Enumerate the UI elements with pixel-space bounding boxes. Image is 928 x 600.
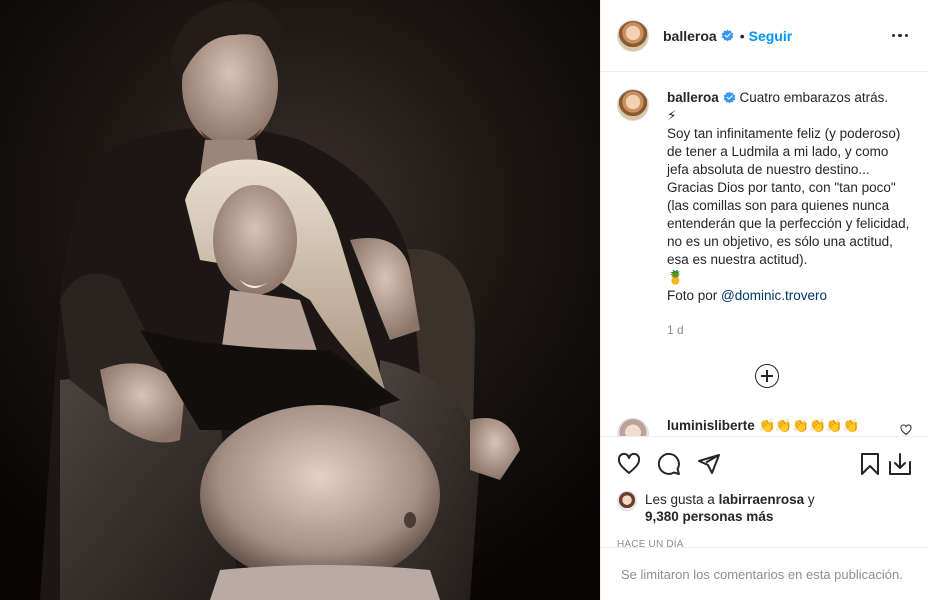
author-username[interactable]: balleroa <box>663 28 717 44</box>
post-header: balleroa • Seguir <box>601 0 928 72</box>
caption-paragraph-1: Soy tan infinitamente feliz (y poderoso)… <box>667 126 901 177</box>
liker-username[interactable]: labirraenrosa <box>719 492 805 507</box>
comment-icon[interactable] <box>657 452 681 476</box>
verified-badge-icon <box>723 91 736 104</box>
caption-emoji-lightning: ⚡ <box>667 108 677 123</box>
credit-mention-link[interactable]: @dominic.trovero <box>721 288 827 303</box>
bookmark-icon[interactable] <box>858 452 882 476</box>
likes-prefix: Les gusta a <box>645 492 719 507</box>
header-separator: • <box>739 27 745 44</box>
follow-button[interactable]: Seguir <box>749 28 793 44</box>
caption-username[interactable]: balleroa <box>667 90 719 105</box>
commenter-avatar[interactable] <box>617 418 649 436</box>
post-photo-image <box>0 0 600 600</box>
caption-credit: Foto por @dominic.trovero <box>667 287 912 305</box>
post-photo[interactable] <box>0 0 600 600</box>
credit-prefix: Foto por <box>667 288 722 303</box>
post-frame: balleroa • Seguir balleroa Cuatro embara… <box>0 0 928 600</box>
caption-author-avatar[interactable] <box>617 89 649 121</box>
likes-summary: Les gusta a labirraenrosa y 9,380 person… <box>601 491 928 525</box>
action-bar <box>601 437 928 491</box>
comment-item: luminisliberte 👏👏👏👏👏👏 <box>617 418 912 436</box>
caption-paragraph-2: Gracias Dios por tanto, con "tan poco" (… <box>667 180 910 267</box>
verified-badge-icon <box>721 29 734 42</box>
post-side-panel: balleroa • Seguir balleroa Cuatro embara… <box>600 0 928 600</box>
likes-text: Les gusta a labirraenrosa y 9,380 person… <box>645 491 815 525</box>
author-avatar[interactable] <box>617 19 649 52</box>
caption-text-first: Cuatro embarazos atrás. <box>735 90 889 105</box>
action-bar-right <box>858 452 912 476</box>
caption-timestamp[interactable]: 1 d <box>667 321 912 339</box>
download-icon[interactable] <box>888 452 912 476</box>
more-options-icon[interactable] <box>888 30 913 42</box>
share-icon[interactable] <box>697 452 721 476</box>
caption-body: balleroa Cuatro embarazos atrás. ⚡ Soy t… <box>667 89 912 339</box>
likes-connector: y <box>804 492 815 507</box>
commenter-username[interactable]: luminisliberte <box>667 418 755 433</box>
comments-limited-notice: Se limitaron los comentarios en esta pub… <box>601 547 928 600</box>
caption-emoji-pineapple: 🍍 <box>667 270 684 285</box>
post-actions-area: Les gusta a labirraenrosa y 9,380 person… <box>601 436 928 550</box>
likes-count-link[interactable]: 9,380 personas más <box>645 509 773 524</box>
post-caption: balleroa Cuatro embarazos atrás. ⚡ Soy t… <box>617 89 912 339</box>
comments-section[interactable]: balleroa Cuatro embarazos atrás. ⚡ Soy t… <box>601 73 928 436</box>
heart-icon[interactable] <box>617 452 641 476</box>
comment-body: 👏👏👏👏👏👏 <box>754 418 860 433</box>
comment-text: luminisliberte 👏👏👏👏👏👏 <box>667 418 859 434</box>
plus-circle-icon[interactable] <box>755 364 779 388</box>
liker-avatar[interactable] <box>617 491 637 511</box>
comment-like-heart-icon[interactable] <box>900 424 912 436</box>
caption-line-1: balleroa Cuatro embarazos atrás. <box>667 89 912 107</box>
